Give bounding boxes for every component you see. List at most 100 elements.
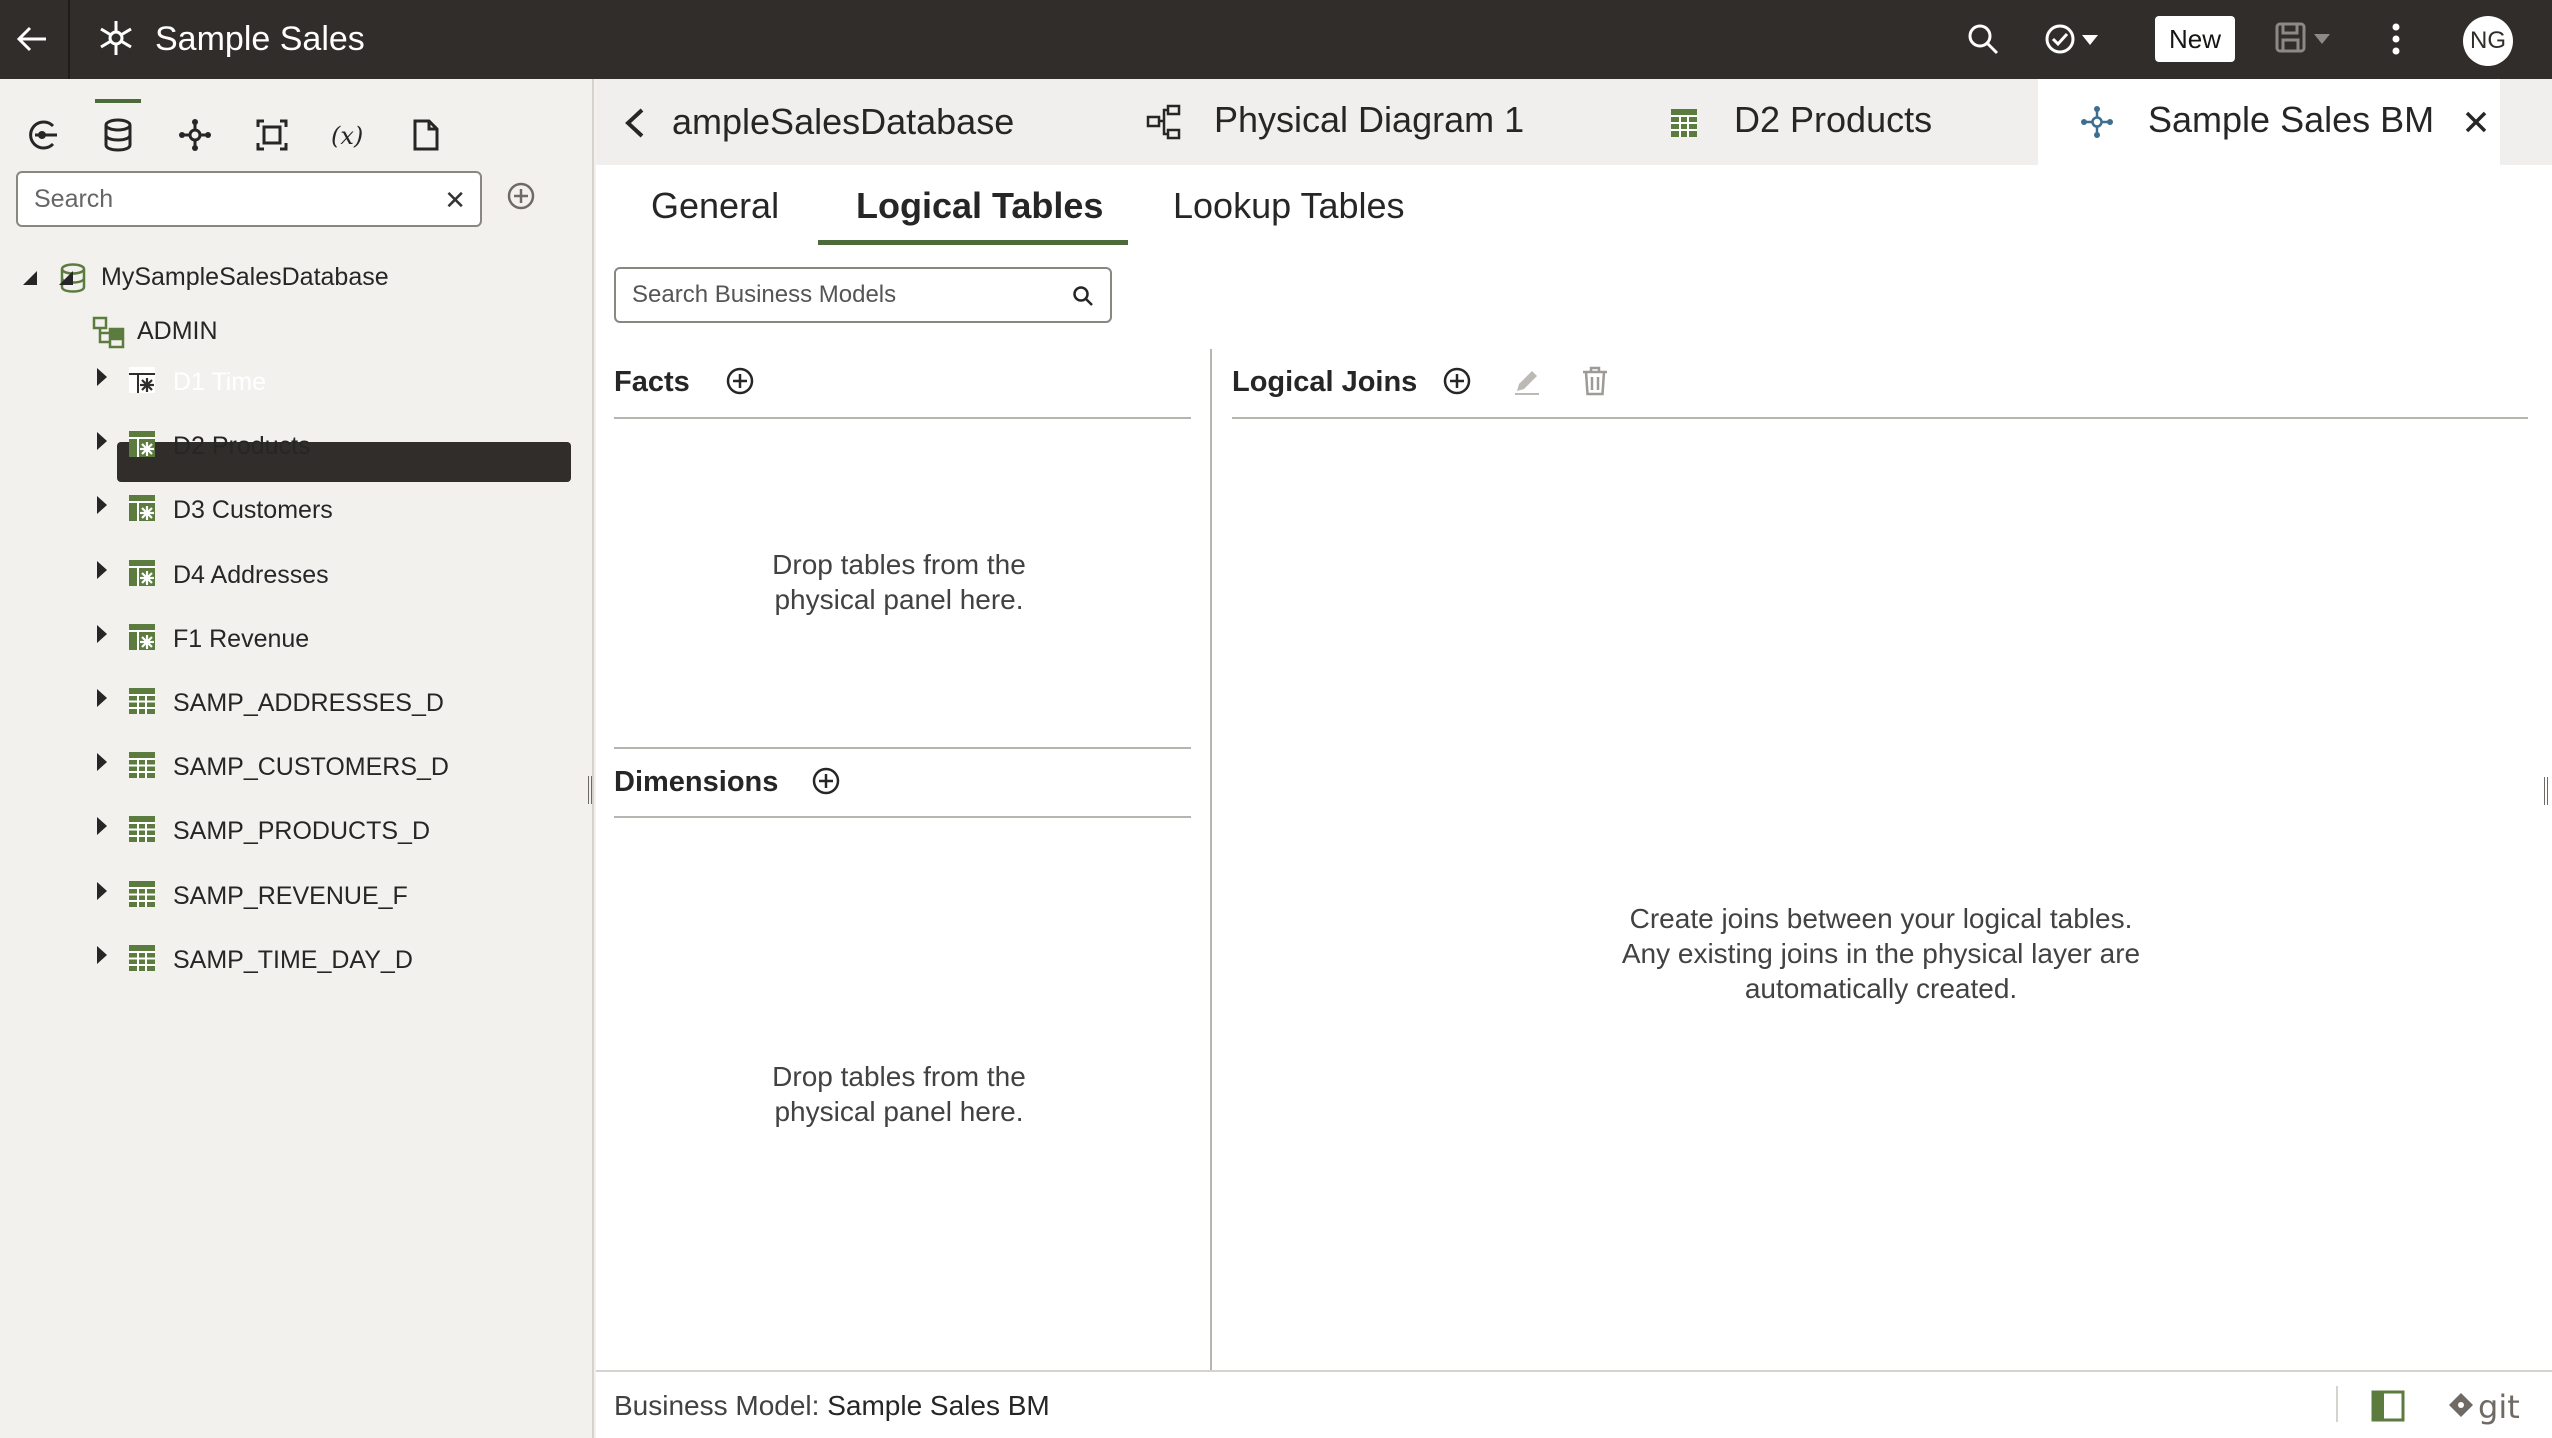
tree-table-label[interactable]: F1 Revenue	[173, 625, 309, 654]
empty-line: automatically created.	[1744, 973, 2018, 1004]
variables-tab-icon[interactable]: (x)	[330, 115, 370, 155]
logical-joins-empty-message: Create joins between your logical tables…	[1546, 901, 2216, 1006]
tree-table-label[interactable]: SAMP_TIME_DAY_D	[173, 946, 413, 975]
empty-line: Drop tables from the	[772, 549, 1026, 580]
tab-label: Sample Sales BM	[2148, 99, 2435, 140]
check-status-icon[interactable]	[2044, 22, 2108, 56]
dimensions-top-divider	[614, 747, 1191, 749]
empty-line: Create joins between your logical tables…	[1629, 903, 2133, 934]
tree-table-label[interactable]: SAMP_REVENUE_F	[173, 882, 408, 911]
active-subtab-underline	[818, 240, 1128, 245]
connections-icon[interactable]	[22, 115, 62, 155]
dimensions-divider	[614, 816, 1191, 818]
empty-joins-illustration-icon	[1828, 795, 1910, 855]
table-icon	[128, 687, 160, 719]
alias-table-icon	[128, 559, 160, 591]
git-icon	[2449, 1393, 2473, 1417]
table-icon	[1670, 108, 1698, 138]
dimensions-empty-message: Drop tables from the physical panel here…	[706, 1059, 1092, 1129]
tree-table-label[interactable]: SAMP_ADDRESSES_D	[173, 689, 444, 718]
alias-table-icon	[128, 494, 160, 526]
delete-join-icon[interactable]	[1580, 365, 1610, 397]
panel-resize-handle[interactable]	[2544, 777, 2548, 805]
alias-table-icon	[128, 623, 160, 655]
close-tab-icon[interactable]	[2462, 108, 2490, 136]
expand-caret-icon[interactable]	[92, 940, 112, 970]
empty-line: Any existing joins in the physical layer…	[1621, 938, 2141, 969]
split-divider	[1210, 349, 1212, 1370]
tab-label: D2 Products	[1734, 99, 1933, 140]
add-connection-icon[interactable]	[504, 179, 538, 213]
edit-join-icon[interactable]	[1511, 365, 1543, 397]
status-value: Sample Sales BM	[827, 1390, 1050, 1421]
tree-search-field[interactable]: ✕	[16, 171, 482, 227]
status-bar: Business Model: Sample Sales BM git	[596, 1370, 2552, 1438]
more-options-icon[interactable]	[2384, 20, 2408, 58]
diagram-icon	[1146, 104, 1182, 140]
business-model-tab-icon[interactable]	[175, 115, 215, 155]
tree-table-label[interactable]: D2 Products	[173, 432, 311, 461]
facts-divider	[614, 417, 1191, 419]
tab-label: ampleSalesDatabase	[672, 101, 1015, 142]
database-tab-icon[interactable]	[98, 115, 138, 155]
expand-caret-icon[interactable]	[92, 490, 112, 520]
search-icon[interactable]	[1966, 22, 2000, 56]
expand-caret-icon[interactable]	[92, 555, 112, 585]
expand-caret-icon[interactable]	[92, 362, 112, 392]
panel-resize-handle[interactable]	[588, 776, 592, 804]
dimensions-title: Dimensions	[614, 766, 779, 798]
expand-caret-icon[interactable]	[92, 683, 112, 713]
document-tab-icon[interactable]	[406, 115, 446, 155]
expand-caret-icon[interactable]	[92, 876, 112, 906]
search-icon[interactable]	[1072, 285, 1094, 307]
header-divider	[68, 0, 70, 79]
scroll-tabs-left-icon[interactable]	[620, 106, 650, 140]
presentation-tab-icon[interactable]	[252, 115, 292, 155]
tree-search-input[interactable]	[34, 181, 434, 217]
left-panel: (x) ✕ MySampleSalesDatabase ADMIN D1 Tim…	[0, 79, 594, 1438]
save-icon[interactable]	[2274, 20, 2338, 56]
expand-caret-icon[interactable]	[92, 619, 112, 649]
collapse-caret-icon[interactable]	[56, 263, 76, 293]
logical-joins-divider	[1232, 417, 2528, 419]
business-model-editor: General Logical Tables Lookup Tables Fac…	[596, 165, 2552, 1370]
tree-table-label[interactable]: SAMP_PRODUCTS_D	[173, 817, 430, 846]
schema-icon	[92, 315, 125, 349]
table-icon	[128, 815, 160, 847]
add-fact-icon[interactable]	[724, 365, 756, 397]
user-avatar[interactable]: NG	[2463, 16, 2513, 66]
git-label: git	[2478, 1388, 2520, 1426]
tab-logical-tables[interactable]: Logical Tables	[856, 185, 1103, 227]
table-icon	[128, 880, 160, 912]
expand-caret-icon[interactable]	[92, 747, 112, 777]
search-business-models-input[interactable]	[632, 278, 1062, 312]
tab-sample-sales-database[interactable]: ampleSalesDatabase	[672, 79, 1014, 165]
tree-table-label[interactable]: D4 Addresses	[173, 561, 329, 590]
git-status[interactable]: git	[2446, 1388, 2520, 1426]
tree-table-label[interactable]: D3 Customers	[173, 496, 333, 525]
tab-label: Physical Diagram 1	[1214, 99, 1525, 140]
tree-table-label[interactable]: D1 Time	[173, 368, 266, 397]
clear-search-icon[interactable]: ✕	[444, 185, 466, 216]
tree-table-label[interactable]: SAMP_CUSTOMERS_D	[173, 753, 449, 782]
new-button[interactable]: New	[2155, 16, 2235, 62]
panel-toggle-icon[interactable]	[2371, 1390, 2405, 1422]
footer-divider	[2336, 1386, 2338, 1422]
expand-caret-icon[interactable]	[92, 426, 112, 456]
collapse-caret-icon[interactable]	[20, 263, 40, 293]
alias-table-icon	[128, 430, 160, 462]
alias-table-icon	[128, 366, 160, 398]
top-bar: Sample Sales New NG	[0, 0, 2552, 79]
expand-caret-icon[interactable]	[92, 811, 112, 841]
logical-joins-title: Logical Joins	[1232, 366, 1418, 398]
search-business-models-field[interactable]	[614, 267, 1112, 323]
tree-schema-label[interactable]: ADMIN	[137, 317, 218, 346]
tree-database-label[interactable]: MySampleSalesDatabase	[101, 263, 389, 292]
tab-lookup-tables[interactable]: Lookup Tables	[1173, 185, 1405, 227]
add-join-icon[interactable]	[1441, 365, 1473, 397]
status-label: Business Model:	[614, 1390, 828, 1421]
tab-general[interactable]: General	[651, 185, 779, 227]
add-dimension-icon[interactable]	[810, 765, 842, 797]
back-arrow-icon[interactable]	[14, 22, 50, 56]
facts-empty-message: Drop tables from the physical panel here…	[706, 547, 1092, 617]
